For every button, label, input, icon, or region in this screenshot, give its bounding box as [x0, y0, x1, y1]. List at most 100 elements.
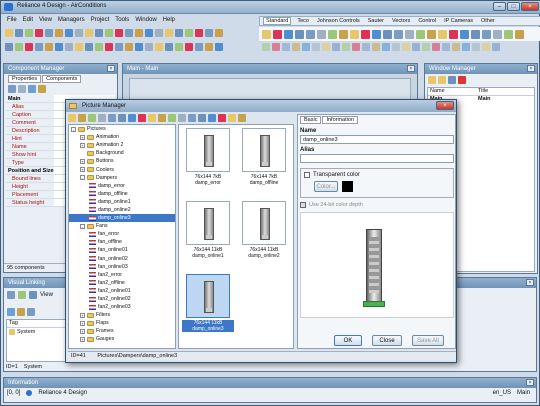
- label-icon[interactable]: [273, 29, 282, 39]
- tree-folder[interactable]: + Frames: [69, 327, 175, 335]
- display-icon[interactable]: [317, 29, 326, 39]
- grid-icon[interactable]: [215, 29, 223, 37]
- link-icon[interactable]: [7, 291, 15, 299]
- gauge-icon[interactable]: [460, 29, 469, 39]
- button-icon[interactable]: [306, 29, 315, 39]
- rename-icon[interactable]: [178, 114, 186, 122]
- new-icon[interactable]: [5, 43, 13, 51]
- new-folder-icon[interactable]: [148, 114, 156, 122]
- expand-icon[interactable]: +: [80, 158, 85, 164]
- slider-icon[interactable]: [372, 29, 381, 39]
- new-window-icon[interactable]: [428, 76, 436, 84]
- close-button[interactable]: ×: [436, 101, 454, 110]
- palette-tab[interactable]: Sauter: [366, 18, 386, 24]
- thumbnail[interactable]: [186, 274, 230, 318]
- view-icon[interactable]: [29, 291, 37, 299]
- expand-icon[interactable]: +: [80, 320, 85, 326]
- close-icon[interactable]: ×: [527, 65, 535, 72]
- import-icon[interactable]: [158, 114, 166, 122]
- new-icon[interactable]: [5, 29, 13, 37]
- grid-icon[interactable]: [95, 29, 103, 37]
- palette-tab[interactable]: Standard: [263, 17, 292, 25]
- grid-icon[interactable]: [472, 43, 480, 51]
- close-icon[interactable]: ×: [526, 379, 534, 386]
- sort-icon[interactable]: [8, 85, 16, 93]
- align-icon[interactable]: [85, 29, 93, 37]
- expand-icon[interactable]: +: [80, 167, 85, 173]
- palette-tab[interactable]: IP Cameras: [442, 18, 475, 24]
- edit-icon[interactable]: [515, 29, 524, 39]
- col-tag[interactable]: Tag: [7, 320, 65, 328]
- zoom-icon[interactable]: [482, 43, 490, 51]
- import-icon[interactable]: [238, 114, 246, 122]
- delete-icon[interactable]: [458, 76, 466, 84]
- thumbnail[interactable]: [242, 128, 286, 172]
- depth-checkbox[interactable]: [300, 202, 306, 208]
- menu-item[interactable]: Edit: [23, 17, 33, 23]
- folder-icon[interactable]: [17, 308, 25, 316]
- undo-icon[interactable]: [185, 29, 193, 37]
- close-icon[interactable]: ×: [526, 279, 534, 286]
- menu-item[interactable]: Tools: [115, 17, 129, 23]
- view-icon[interactable]: [208, 114, 216, 122]
- copy-icon[interactable]: [422, 43, 430, 51]
- palette-tab[interactable]: Johnson Controls: [315, 18, 362, 24]
- collapse-icon[interactable]: -: [71, 126, 76, 132]
- menu-item[interactable]: Project: [91, 17, 110, 23]
- sort-icon[interactable]: [218, 114, 226, 122]
- align-icon[interactable]: [205, 43, 213, 51]
- copy-icon[interactable]: [165, 29, 173, 37]
- undo-icon[interactable]: [185, 43, 193, 51]
- view-icon[interactable]: [128, 114, 136, 122]
- refresh-icon[interactable]: [198, 114, 206, 122]
- palette-tab[interactable]: Teco: [295, 18, 311, 24]
- open-icon[interactable]: [15, 29, 23, 37]
- open-icon[interactable]: [392, 43, 400, 51]
- grid-icon[interactable]: [215, 43, 223, 51]
- save-icon[interactable]: [25, 29, 33, 37]
- name-input[interactable]: damp_online3: [300, 135, 454, 144]
- tag-row[interactable]: System: [7, 328, 65, 336]
- align-icon[interactable]: [462, 43, 470, 51]
- open-icon[interactable]: [272, 43, 280, 51]
- export-icon[interactable]: [88, 114, 96, 122]
- zoom-icon[interactable]: [105, 43, 113, 51]
- tree-picture[interactable]: damp_offline: [69, 190, 175, 198]
- paste-icon[interactable]: [175, 43, 183, 51]
- properties-tab[interactable]: Information: [322, 116, 358, 124]
- redo-icon[interactable]: [75, 29, 83, 37]
- thumbnail[interactable]: [186, 201, 230, 245]
- grid-icon[interactable]: [352, 43, 360, 51]
- copy-icon[interactable]: [45, 29, 53, 37]
- tree-folder[interactable]: + Flaps: [69, 319, 175, 327]
- refresh-icon[interactable]: [118, 114, 126, 122]
- new-icon[interactable]: [125, 29, 133, 37]
- redo-icon[interactable]: [195, 43, 203, 51]
- tree-folder[interactable]: + Coolers: [69, 165, 175, 173]
- tree-picture[interactable]: damp_online1: [69, 198, 175, 206]
- refresh-icon[interactable]: [18, 291, 26, 299]
- menu-item[interactable]: File: [7, 17, 17, 23]
- save-all-button[interactable]: Save All: [412, 335, 444, 346]
- menu-item[interactable]: View: [39, 17, 52, 23]
- tree-folder[interactable]: - Pictures: [69, 125, 175, 133]
- label-icon[interactable]: [405, 29, 414, 39]
- display-icon[interactable]: [449, 29, 458, 39]
- tree-picture[interactable]: damp_online3: [69, 214, 175, 223]
- zoom-icon[interactable]: [362, 43, 370, 51]
- alias-input[interactable]: [300, 154, 454, 163]
- view-label[interactable]: View: [40, 292, 53, 298]
- add-icon[interactable]: [7, 308, 15, 316]
- expand-icon[interactable]: +: [80, 312, 85, 318]
- run-icon[interactable]: [372, 43, 380, 51]
- copy-icon[interactable]: [45, 43, 53, 51]
- tree-folder[interactable]: + Buttons: [69, 157, 175, 165]
- tree-picture[interactable]: fan_offline: [69, 238, 175, 246]
- run-icon[interactable]: [115, 43, 123, 51]
- menu-item[interactable]: Window: [135, 17, 156, 23]
- paste-icon[interactable]: [312, 43, 320, 51]
- expand-icon[interactable]: +: [80, 142, 85, 148]
- expand-icon[interactable]: [28, 85, 36, 93]
- save-icon[interactable]: [145, 29, 153, 37]
- align-icon[interactable]: [342, 43, 350, 51]
